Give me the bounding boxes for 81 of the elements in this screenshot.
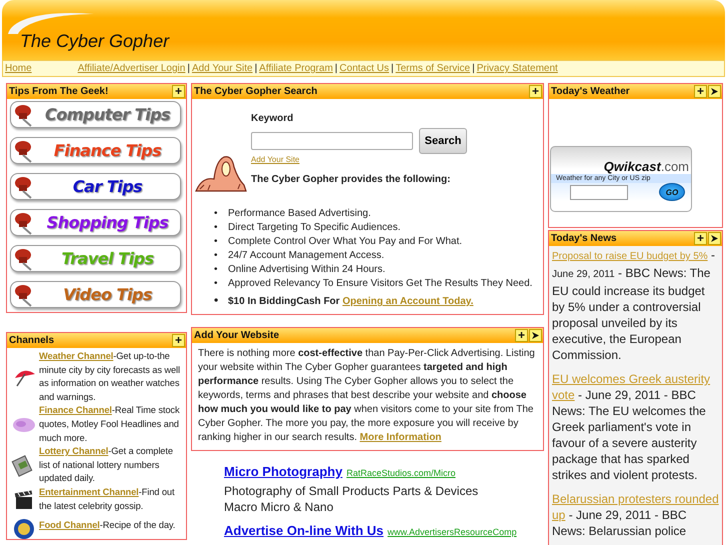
- separator: |: [254, 63, 258, 74]
- tip-button[interactable]: Shopping Tips: [10, 209, 181, 236]
- channel-description: Entertainment Channel-Find out the latest celebrity gossip.: [39, 486, 176, 513]
- provides-heading: The Cyber Gopher provides the following:: [251, 174, 452, 185]
- channel-description: Weather Channel-Get up-to-the minute city by city forecasts as well as information on weather watches and warnings.: [39, 350, 181, 404]
- feature-item: Direct Targeting To Specific Audiences.: [228, 222, 401, 233]
- nav-link[interactable]: Add Your Site: [192, 63, 253, 74]
- go-button[interactable]: GO: [659, 183, 685, 201]
- panel-title: Today's Weather: [551, 86, 630, 97]
- feature-item: Complete Control Over What You Pay and For What.: [228, 236, 462, 247]
- nav-link[interactable]: Contact Us: [340, 63, 389, 74]
- feature-item: Approved Relevancy To Ensure Visitors Get The Results They Need.: [228, 278, 532, 289]
- panel-title: Add Your Website: [194, 330, 280, 341]
- separator: |: [334, 63, 338, 74]
- tip-button[interactable]: Travel Tips: [10, 245, 181, 272]
- next-button[interactable]: [529, 329, 542, 342]
- feature-item: Performance Based Advertising.: [228, 208, 371, 219]
- ad-url[interactable]: RatRaceStudios.com/Micro: [346, 468, 456, 478]
- channel-description: Lottery Channel-Get a complete list of national lottery numbers updated daily.: [39, 445, 174, 486]
- bullet: •: [214, 207, 219, 221]
- ad-description: Photography of Small Products Parts & Devices Macro Micro & Nano: [224, 483, 480, 515]
- bullet: •: [214, 263, 219, 277]
- nav-link[interactable]: Privacy Statement: [476, 63, 558, 74]
- feature-item: Online Advertising Within 24 Hours.: [228, 264, 386, 275]
- keyword-field[interactable]: [251, 132, 413, 150]
- news-item[interactable]: EU welcomes Greek austerity vote - June 29, 2011 - BBC News: The EU welcomes the Greek parliament's vote in favour of a severe austerity package that has sparked strikes and violent protests.: [552, 371, 720, 483]
- add-button[interactable]: +: [694, 232, 707, 245]
- separator: |: [391, 63, 394, 74]
- bullet: •: [214, 293, 220, 307]
- channel-description: Finance Channel-Real Time stock quotes, Motley Fool Headlines and much more.: [39, 404, 181, 445]
- gopher-drawing: [194, 153, 248, 193]
- channel-description: Food Channel-Recipe of the day.: [39, 519, 176, 532]
- promo-text: $10 In BiddingCash For Opening an Account Today.: [228, 296, 474, 307]
- ad-link[interactable]: Advertise On-line With Us: [224, 523, 384, 538]
- nav-link[interactable]: Terms of Service: [396, 63, 470, 74]
- channel-link[interactable]: Food Channel: [39, 520, 100, 530]
- ad-url[interactable]: www.AdvertisersResourceComp: [388, 527, 517, 537]
- add-button[interactable]: +: [172, 85, 185, 98]
- search-button[interactable]: Search: [419, 128, 467, 154]
- feature-item: 24/7 Account Management Access.: [228, 250, 384, 261]
- ad-link[interactable]: Micro Photography: [224, 464, 342, 479]
- add-button[interactable]: +: [529, 85, 542, 98]
- separator: |: [187, 63, 190, 74]
- account-link[interactable]: Opening an Account Today.: [342, 296, 474, 307]
- channel-link[interactable]: Weather Channel: [39, 351, 114, 361]
- add-site-link[interactable]: Add Your Site: [251, 155, 467, 164]
- more-info-link[interactable]: More Information: [360, 432, 442, 443]
- nav-link[interactable]: Affiliate/Advertiser Login: [78, 63, 186, 74]
- tip-button[interactable]: Video Tips: [10, 281, 181, 308]
- panel-title: Today's News: [551, 233, 617, 244]
- description-text: There is nothing more cost-effective than Pay-Per-Click Advertising. Listing your website within The Cyber Gopher guarantees targeted and high performance results. Using The Cyber Gopher allows you to select the keywords, terms and phrases that best describe your website and choose how much you would like to pay when visitors come to your site from The Cyber Gopher. The more you pay, the more exposure you will receive by ranking higher in our search results. More Information: [197, 347, 536, 445]
- nav-link[interactable]: Affiliate Program: [259, 63, 333, 74]
- panel-title: Tips From The Geek!: [9, 86, 108, 97]
- add-button[interactable]: +: [172, 334, 185, 347]
- channel-link[interactable]: Entertainment Channel: [39, 486, 139, 497]
- arrow-icon: [531, 331, 540, 340]
- tip-button[interactable]: Car Tips: [10, 173, 181, 200]
- tip-button[interactable]: Computer Tips: [10, 101, 181, 128]
- channel-link[interactable]: Lottery Channel: [39, 446, 108, 456]
- panel-title: Channels: [9, 335, 54, 346]
- site-title: The Cyber Gopher: [20, 31, 170, 52]
- panel-title: The Cyber Gopher Search: [194, 86, 318, 97]
- arrow-icon: [710, 87, 719, 96]
- bullet: •: [214, 235, 219, 249]
- news-item[interactable]: Belarussian protesters rounded up - June 29, 2011 - BBC News: Belarussian police: [552, 491, 720, 539]
- next-button[interactable]: [708, 85, 721, 98]
- tip-button[interactable]: Finance Tips: [10, 137, 181, 164]
- add-button[interactable]: +: [515, 329, 528, 342]
- bullet: •: [214, 277, 219, 291]
- bullet: •: [214, 221, 219, 235]
- keyword-label: Keyword: [251, 113, 294, 124]
- news-item[interactable]: Proposal to raise EU budget by 5% - June 29, 2011 - BBC News: The EU could increase its budget by 5% under a controversial proposal unveiled by its executive, the European Commission.: [552, 247, 720, 363]
- next-button[interactable]: [708, 232, 721, 245]
- separator: |: [472, 63, 475, 74]
- channel-link[interactable]: Finance Channel: [39, 405, 112, 416]
- arrow-icon: [710, 234, 719, 243]
- zip-field[interactable]: [570, 184, 628, 200]
- add-button[interactable]: +: [694, 85, 707, 98]
- nav-link[interactable]: Home: [5, 63, 32, 74]
- brand-logo: Qwikcast.com: [602, 159, 690, 174]
- bullet: •: [214, 249, 219, 263]
